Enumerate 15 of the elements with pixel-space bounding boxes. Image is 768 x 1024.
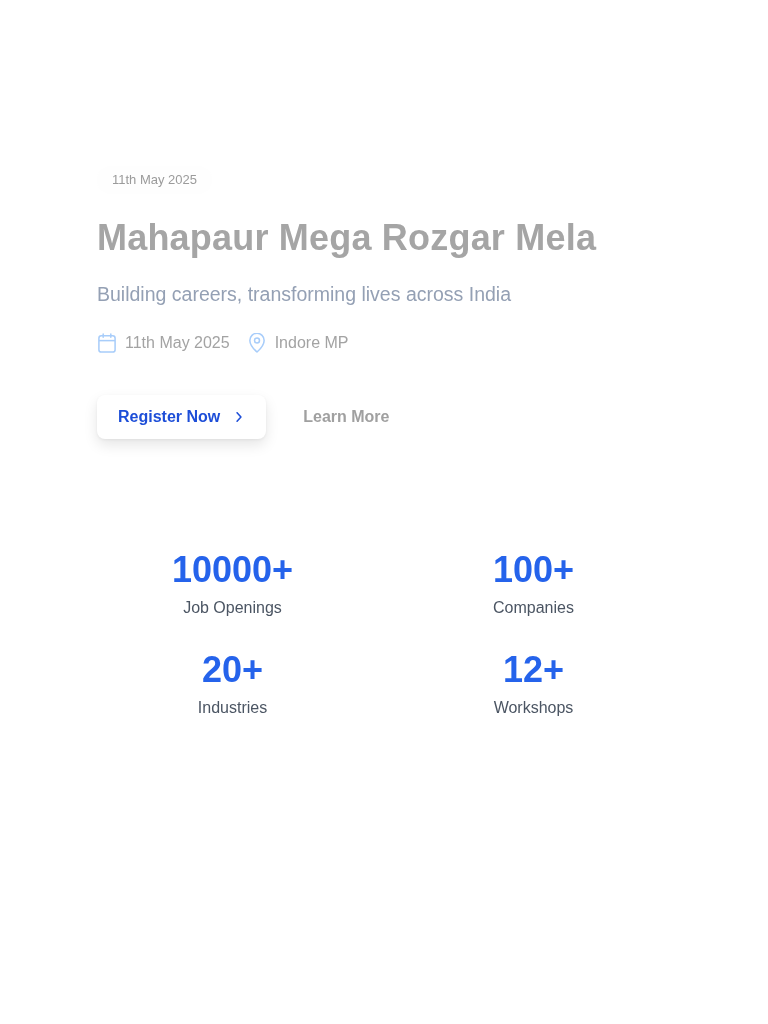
stat-label: Job Openings [183, 598, 282, 618]
stat-value: 12+ [502, 648, 565, 691]
calendar-icon [97, 333, 117, 353]
map-pin-icon [246, 333, 267, 353]
stat-label: Companies [493, 598, 574, 618]
stat-label: Workshops [493, 698, 574, 718]
event-date: 11th May 2025 [125, 333, 230, 353]
event-subtitle: Building careers, transforming lives across India [97, 282, 512, 307]
stat-value: 100+ [492, 548, 575, 591]
event-title: Mahapaur Mega Rozgar Mela [97, 216, 598, 260]
stat-value: 10000+ [171, 548, 294, 591]
stat-value: 20+ [201, 648, 264, 691]
stat-label: Industries [197, 698, 268, 718]
event-location: Indore MP [274, 333, 349, 353]
register-button[interactable]: Register Now [97, 395, 267, 439]
